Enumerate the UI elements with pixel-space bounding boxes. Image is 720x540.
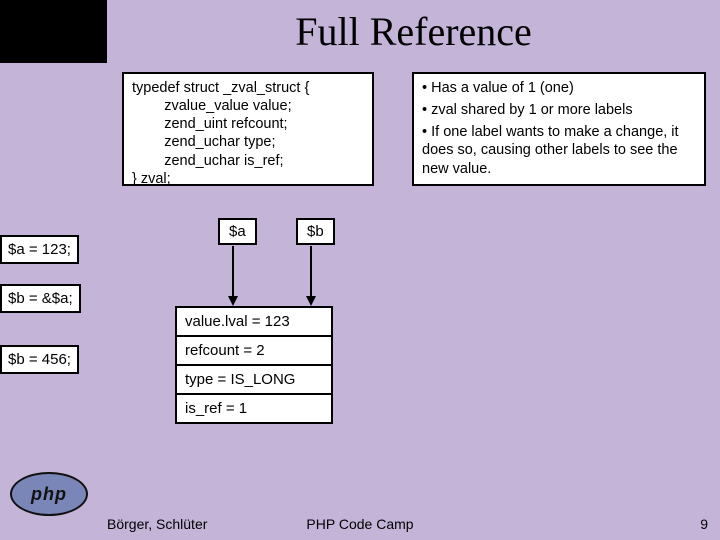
arrow-a-head-icon — [228, 296, 238, 306]
explanation-box: • Has a value of 1 (one) • zval shared b… — [412, 72, 706, 186]
php-logo: php — [10, 472, 88, 516]
code-line: typedef struct _zval_struct { — [132, 79, 364, 97]
arrow-a-line — [232, 246, 234, 298]
code-line: zend_uint refcount; — [132, 115, 364, 133]
struct-definition-box: typedef struct _zval_struct { zvalue_val… — [122, 72, 374, 186]
code-line: zend_uchar is_ref; — [132, 152, 364, 170]
bullet-text: • If one label wants to make a change, i… — [422, 123, 696, 177]
arrow-b-head-icon — [306, 296, 316, 306]
bullet-text: • zval shared by 1 or more labels — [422, 101, 696, 119]
code-line: zend_uchar type; — [132, 133, 364, 151]
footer-page-number: 9 — [700, 516, 708, 532]
assignment-b-ref: $b = &$a; — [0, 284, 81, 313]
variable-b-label: $b — [296, 218, 335, 245]
page-title: Full Reference — [107, 8, 720, 55]
assignment-a: $a = 123; — [0, 235, 79, 264]
zval-type-row: type = IS_LONG — [177, 366, 331, 395]
footer-title: PHP Code Camp — [0, 516, 720, 532]
zval-value-row: value.lval = 123 — [177, 308, 331, 337]
zval-state-box: value.lval = 123 refcount = 2 type = IS_… — [175, 306, 333, 424]
code-line: zvalue_value value; — [132, 97, 364, 115]
zval-isref-row: is_ref = 1 — [177, 395, 331, 422]
zval-refcount-row: refcount = 2 — [177, 337, 331, 366]
variable-a-label: $a — [218, 218, 257, 245]
php-logo-text: php — [10, 472, 88, 516]
code-line: } zval; — [132, 170, 364, 188]
assignment-b-val: $b = 456; — [0, 345, 79, 374]
arrow-b-line — [310, 246, 312, 298]
dark-sidebar — [0, 0, 107, 63]
bullet-text: • Has a value of 1 (one) — [422, 79, 696, 97]
